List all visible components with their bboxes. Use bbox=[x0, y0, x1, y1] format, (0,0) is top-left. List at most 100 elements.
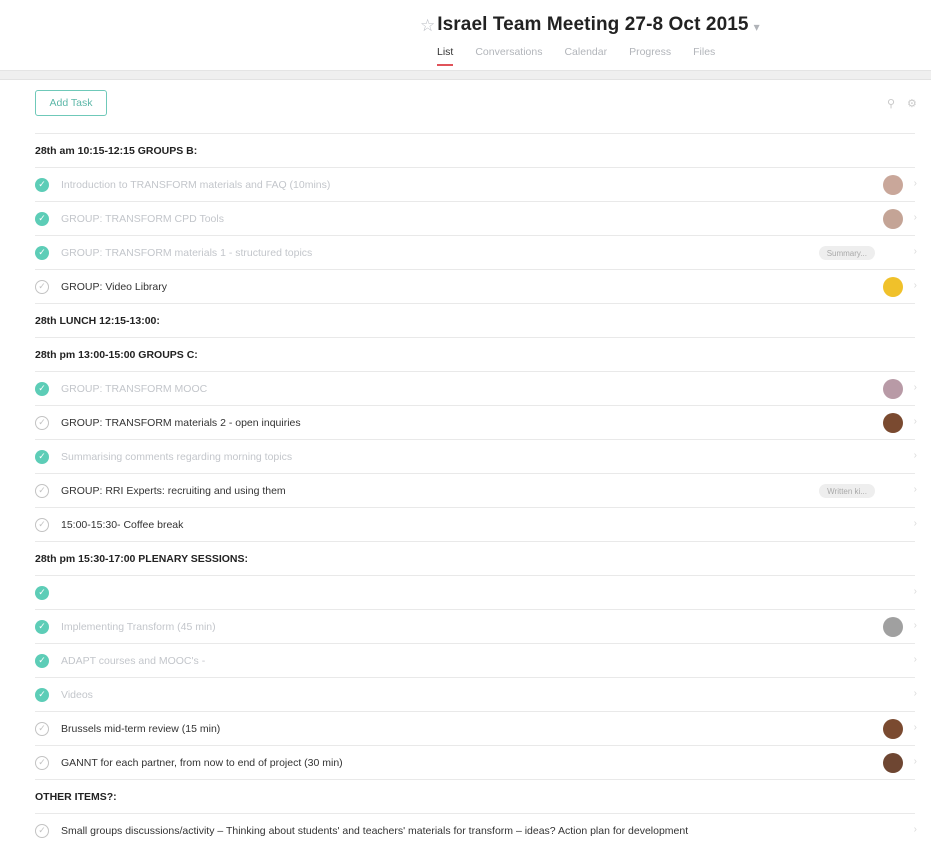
assignee-avatar[interactable] bbox=[883, 719, 903, 739]
task-checkbox-icon[interactable]: ✓ bbox=[35, 653, 49, 668]
assignee-avatar[interactable] bbox=[883, 753, 903, 773]
task-name[interactable]: GROUP: TRANSFORM materials 1 - structure… bbox=[61, 247, 312, 259]
tab-progress[interactable]: Progress bbox=[629, 46, 671, 66]
chevron-right-icon[interactable]: › bbox=[914, 450, 917, 461]
task-name[interactable]: 15:00-15:30- Coffee break bbox=[61, 519, 183, 531]
chevron-right-icon[interactable]: › bbox=[914, 654, 917, 665]
assignee-avatar[interactable] bbox=[883, 277, 903, 297]
task-row[interactable]: ✓ › bbox=[35, 575, 917, 609]
task-checkbox-icon[interactable]: ✓ bbox=[35, 517, 49, 532]
chevron-right-icon[interactable]: › bbox=[914, 518, 917, 529]
tab-list[interactable]: List bbox=[437, 46, 454, 66]
assignee-avatar[interactable] bbox=[883, 209, 903, 229]
task-row[interactable]: ✓ GROUP: Video Library › bbox=[35, 269, 917, 303]
task-checkbox-icon[interactable]: ✓ bbox=[35, 279, 49, 294]
chevron-down-icon[interactable]: ▾ bbox=[754, 20, 760, 34]
task-checkbox-icon[interactable]: ✓ bbox=[35, 585, 49, 600]
task-row[interactable]: ✓ 15:00-15:30- Coffee break › bbox=[35, 507, 917, 541]
section-label: 28th LUNCH 12:15-13:00: bbox=[35, 314, 160, 327]
chevron-right-icon[interactable]: › bbox=[914, 688, 917, 699]
task-row[interactable]: ✓ GANNT for each partner, from now to end… bbox=[35, 745, 917, 779]
task-row[interactable]: ✓ Small groups discussions/activity – Thi… bbox=[35, 813, 917, 847]
assignee-avatar[interactable] bbox=[883, 413, 903, 433]
section-header: 28th pm 13:00-15:00 GROUPS C: bbox=[35, 337, 915, 371]
assignee-avatar[interactable] bbox=[883, 175, 903, 195]
task-row[interactable]: ✓ Implementing Transform (45 min) › bbox=[35, 609, 917, 643]
task-name[interactable]: Brussels mid-term review (15 min) bbox=[61, 723, 220, 735]
tab-conversations[interactable]: Conversations bbox=[475, 46, 542, 66]
section-header: 28th pm 15:30-17:00 PLENARY SESSIONS: bbox=[35, 541, 915, 575]
project-tabs: List Conversations Calendar Progress Fil… bbox=[437, 46, 737, 66]
task-name[interactable]: ADAPT courses and MOOC's - bbox=[61, 655, 205, 667]
tag-badge[interactable]: Written ki... bbox=[819, 484, 875, 498]
task-name[interactable]: Introduction to TRANSFORM materials and … bbox=[61, 179, 330, 191]
chevron-right-icon[interactable]: › bbox=[914, 178, 917, 189]
tag-badge[interactable]: Summary... bbox=[818, 246, 875, 260]
chevron-right-icon[interactable]: › bbox=[914, 620, 917, 631]
task-name[interactable]: Summarising comments regarding morning t… bbox=[61, 451, 292, 463]
chevron-right-icon[interactable]: › bbox=[914, 280, 917, 291]
task-row[interactable]: ✓ GROUP: TRANSFORM CPD Tools › bbox=[35, 201, 917, 235]
section-label: 28th pm 15:30-17:00 PLENARY SESSIONS: bbox=[35, 552, 248, 565]
task-row[interactable]: ✓ Introduction to TRANSFORM materials and… bbox=[35, 167, 917, 201]
task-checkbox-icon[interactable]: ✓ bbox=[35, 177, 49, 192]
task-name[interactable]: GROUP: TRANSFORM CPD Tools bbox=[61, 213, 224, 225]
chevron-right-icon[interactable]: › bbox=[914, 484, 917, 495]
task-checkbox-icon[interactable]: ✓ bbox=[35, 381, 49, 396]
task-checkbox-icon[interactable]: ✓ bbox=[35, 483, 49, 498]
tab-calendar[interactable]: Calendar bbox=[564, 46, 607, 66]
chevron-right-icon[interactable]: › bbox=[914, 722, 917, 733]
task-checkbox-icon[interactable]: ✓ bbox=[35, 449, 49, 464]
chevron-right-icon[interactable]: › bbox=[914, 212, 917, 223]
task-name[interactable]: Videos bbox=[61, 689, 93, 701]
add-task-button[interactable]: Add Task bbox=[35, 90, 107, 116]
task-row[interactable]: ✓ ADAPT courses and MOOC's - › bbox=[35, 643, 917, 677]
assignee-avatar[interactable] bbox=[883, 617, 903, 637]
task-checkbox-icon[interactable]: ✓ bbox=[35, 211, 49, 226]
task-row[interactable]: ✓ GROUP: TRANSFORM materials 1 - structur… bbox=[35, 235, 917, 269]
project-title: Israel Team Meeting 27-8 Oct 2015 bbox=[437, 14, 749, 35]
chevron-right-icon[interactable]: › bbox=[914, 382, 917, 393]
task-row[interactable]: ✓ GROUP: RRI Experts: recruiting and usin… bbox=[35, 473, 917, 507]
project-header: ☆ Israel Team Meeting 27-8 Oct 2015 ▾ Li… bbox=[0, 0, 931, 70]
task-row[interactable]: ✓ GROUP: TRANSFORM materials 2 - open inq… bbox=[35, 405, 917, 439]
task-checkbox-icon[interactable]: ✓ bbox=[35, 823, 49, 838]
section-label: 28th pm 13:00-15:00 GROUPS C: bbox=[35, 348, 198, 361]
section-label: 28th am 10:15-12:15 GROUPS B: bbox=[35, 144, 198, 157]
task-name[interactable]: GANNT for each partner, from now to end … bbox=[61, 757, 343, 769]
task-name[interactable]: GROUP: RRI Experts: recruiting and using… bbox=[61, 485, 286, 497]
task-row[interactable]: ✓ Brussels mid-term review (15 min) › bbox=[35, 711, 917, 745]
header-divider bbox=[0, 70, 931, 80]
task-name[interactable]: GROUP: Video Library bbox=[61, 281, 167, 293]
task-checkbox-icon[interactable]: ✓ bbox=[35, 721, 49, 736]
assignee-avatar[interactable] bbox=[883, 379, 903, 399]
task-row[interactable]: ✓ GROUP: TRANSFORM MOOC › bbox=[35, 371, 917, 405]
task-name[interactable]: Implementing Transform (45 min) bbox=[61, 621, 216, 633]
task-checkbox-icon[interactable]: ✓ bbox=[35, 619, 49, 634]
tab-files[interactable]: Files bbox=[693, 46, 715, 66]
task-row[interactable]: ✓ Videos › bbox=[35, 677, 917, 711]
task-name[interactable]: GROUP: TRANSFORM materials 2 - open inqu… bbox=[61, 417, 301, 429]
section-label: OTHER ITEMS?: bbox=[35, 790, 117, 803]
list-toolbar: Add Task ⚲ ⚙ bbox=[0, 80, 931, 132]
section-header: 28th LUNCH 12:15-13:00: bbox=[35, 303, 915, 337]
chevron-right-icon[interactable]: › bbox=[914, 416, 917, 427]
task-name[interactable]: Small groups discussions/activity – Thin… bbox=[61, 825, 688, 837]
task-checkbox-icon[interactable]: ✓ bbox=[35, 245, 49, 260]
section-header: 28th am 10:15-12:15 GROUPS B: bbox=[35, 133, 915, 167]
task-checkbox-icon[interactable]: ✓ bbox=[35, 687, 49, 702]
task-checkbox-icon[interactable]: ✓ bbox=[35, 755, 49, 770]
section-header: OTHER ITEMS?: bbox=[35, 779, 915, 813]
chevron-right-icon[interactable]: › bbox=[914, 756, 917, 767]
person-icon[interactable]: ⚲ bbox=[887, 97, 895, 110]
task-checkbox-icon[interactable]: ✓ bbox=[35, 415, 49, 430]
chevron-right-icon[interactable]: › bbox=[914, 824, 917, 835]
gear-icon[interactable]: ⚙ bbox=[907, 97, 917, 110]
task-name[interactable]: GROUP: TRANSFORM MOOC bbox=[61, 383, 207, 395]
star-icon[interactable]: ☆ bbox=[420, 17, 435, 34]
chevron-right-icon[interactable]: › bbox=[914, 586, 917, 597]
task-row[interactable]: ✓ Summarising comments regarding morning … bbox=[35, 439, 917, 473]
chevron-right-icon[interactable]: › bbox=[914, 246, 917, 257]
project-title-group: ☆ Israel Team Meeting 27-8 Oct 2015 ▾ bbox=[420, 14, 760, 36]
task-list: 28th am 10:15-12:15 GROUPS B: ✓ Introducti… bbox=[35, 133, 917, 847]
